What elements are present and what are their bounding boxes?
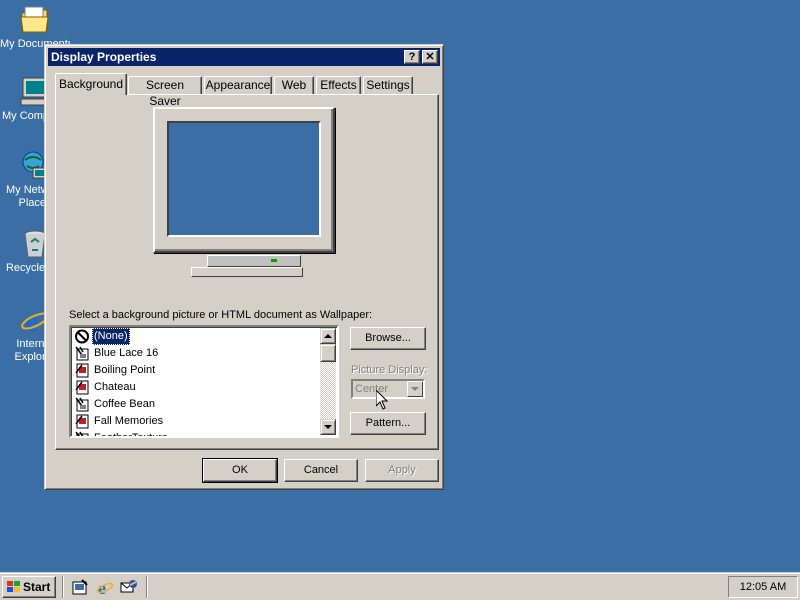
taskbar: Start e 12:05 AM <box>0 572 800 600</box>
browse-button[interactable]: Browse... <box>350 327 426 350</box>
internet-explorer-icon[interactable]: e <box>96 578 114 596</box>
tab-background[interactable]: Background <box>55 73 127 95</box>
tab-screen-saver[interactable]: Screen Saver <box>128 76 202 108</box>
tab-web[interactable]: Web <box>274 76 314 94</box>
apply-button[interactable]: Apply <box>365 459 439 482</box>
none-icon <box>75 329 89 344</box>
list-item-label: Chateau <box>94 381 136 393</box>
monitor-preview-screen <box>167 121 321 237</box>
tab-label: Settings <box>366 78 410 92</box>
tab-appearance[interactable]: Appearance <box>204 76 272 94</box>
pattern-button[interactable]: Pattern... <box>350 412 426 435</box>
arrow-down-icon <box>324 425 332 429</box>
close-button[interactable]: ✕ <box>422 50 438 64</box>
windows-logo-icon <box>7 581 20 592</box>
html-document-icon <box>75 363 89 378</box>
start-label: Start <box>23 580 51 594</box>
title-bar[interactable]: Display Properties ? ✕ <box>48 48 440 66</box>
dropdown-arrow-icon <box>407 381 423 397</box>
scroll-up-button[interactable] <box>320 328 336 344</box>
scroll-down-button[interactable] <box>320 419 336 435</box>
tab-label: Effects <box>320 78 357 92</box>
outlook-express-icon[interactable] <box>120 578 138 596</box>
picture-display-select[interactable]: Center <box>351 379 425 399</box>
wallpaper-caption: Select a background picture or HTML docu… <box>69 309 373 321</box>
folder-icon <box>20 6 49 33</box>
html-document-icon <box>75 414 89 429</box>
list-item-label: Coffee Bean <box>94 398 155 410</box>
list-item-label: Boiling Point <box>94 364 156 376</box>
arrow-up-icon <box>324 334 332 338</box>
start-button[interactable]: Start <box>2 576 56 598</box>
cancel-button[interactable]: Cancel <box>284 459 358 482</box>
display-properties-window: Display Properties ? ✕ Background Screen… <box>44 44 444 490</box>
tab-label: Background <box>58 77 124 91</box>
show-desktop-icon[interactable] <box>72 579 89 596</box>
system-tray-clock[interactable]: 12:05 AM <box>728 576 798 598</box>
picture-display-label: Picture Display: <box>351 364 428 376</box>
listbox-scrollbar[interactable] <box>320 328 336 435</box>
bitmap-icon <box>75 346 89 361</box>
mouse-pointer-icon <box>376 390 388 410</box>
list-item-label: Fall Memories <box>94 415 164 427</box>
help-button[interactable]: ? <box>404 50 420 64</box>
taskbar-separator <box>146 576 148 598</box>
tab-effects[interactable]: Effects <box>316 76 361 94</box>
wallpaper-listbox[interactable]: (None) Blue Lace 16 Boiling Point Chatea… <box>69 325 339 438</box>
tab-label: Appearance <box>205 78 271 92</box>
list-item-label: (None) <box>92 328 130 345</box>
close-icon: ✕ <box>425 51 435 63</box>
monitor-preview <box>153 107 335 253</box>
html-document-icon <box>75 380 89 395</box>
ok-button[interactable]: OK <box>202 458 278 483</box>
monitor-base <box>191 267 303 277</box>
monitor-power-led <box>271 259 277 262</box>
window-title: Display Properties <box>51 50 157 64</box>
list-item-label: FeatherTexture <box>94 432 168 438</box>
help-icon: ? <box>408 51 416 63</box>
tab-settings[interactable]: Settings <box>363 76 413 94</box>
scroll-thumb[interactable] <box>320 344 336 362</box>
bitmap-icon <box>75 397 89 412</box>
list-item-label: Blue Lace 16 <box>94 347 159 359</box>
bitmap-icon <box>75 431 89 436</box>
tab-label: Web <box>281 78 307 92</box>
taskbar-separator <box>62 576 64 598</box>
monitor-stand <box>207 255 301 267</box>
